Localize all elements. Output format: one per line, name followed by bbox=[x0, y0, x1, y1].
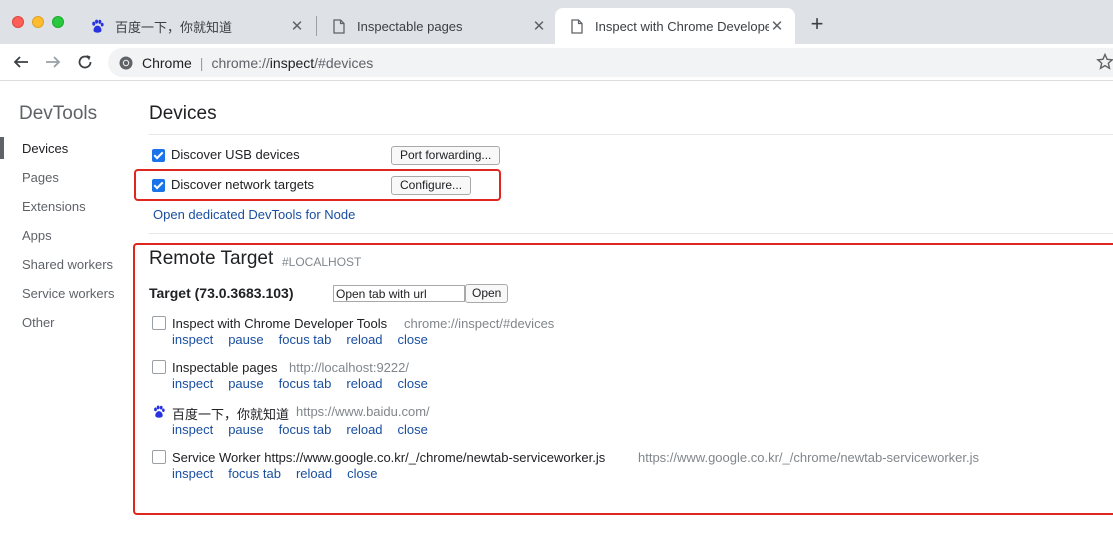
window-minimize-button[interactable] bbox=[32, 16, 44, 28]
sidebar-item-extensions[interactable]: Extensions bbox=[22, 199, 86, 214]
blank-page-icon bbox=[152, 360, 166, 374]
devices-heading: Devices bbox=[149, 103, 217, 124]
tab-baidu[interactable]: 百度一下，你就知道 ✕ bbox=[75, 8, 315, 44]
url-host: inspect bbox=[269, 54, 315, 71]
bookmark-star-icon[interactable] bbox=[1096, 53, 1113, 71]
baidu-paw-icon bbox=[154, 405, 165, 418]
node-devtools-link[interactable]: Open dedicated DevTools for Node bbox=[153, 207, 355, 222]
target-url: https://www.google.co.kr/_/chrome/newtab… bbox=[638, 450, 980, 465]
target-title: Inspect with Chrome Developer Tools bbox=[172, 316, 388, 331]
target-actions: inspect focus tab reload close bbox=[172, 466, 377, 481]
back-arrow-icon[interactable] bbox=[11, 52, 31, 72]
reload-link[interactable]: reload bbox=[346, 422, 382, 437]
target-actions: inspect pause focus tab reload close bbox=[172, 422, 428, 437]
tab-inspectable-pages[interactable]: Inspectable pages ✕ bbox=[317, 8, 557, 44]
sidebar-active-indicator bbox=[0, 137, 4, 159]
sidebar-title: DevTools bbox=[19, 103, 98, 124]
target-actions: inspect pause focus tab reload close bbox=[172, 332, 428, 347]
target-title: Service Worker https://www.google.co.kr/… bbox=[172, 450, 606, 465]
document-icon bbox=[569, 18, 585, 34]
discover-usb-checkbox[interactable] bbox=[152, 149, 165, 162]
pause-link[interactable]: pause bbox=[228, 332, 263, 347]
reload-link[interactable]: reload bbox=[346, 332, 382, 347]
url-prefix: chrome:// bbox=[211, 54, 270, 71]
close-icon[interactable]: ✕ bbox=[531, 18, 547, 35]
url-suffix: /#devices bbox=[314, 54, 374, 71]
omnibox-divider: | bbox=[199, 54, 204, 71]
close-link[interactable]: close bbox=[398, 332, 428, 347]
port-forwarding-button[interactable]: Port forwarding... bbox=[391, 146, 501, 165]
inspect-link[interactable]: inspect bbox=[172, 422, 213, 437]
target-actions: inspect pause focus tab reload close bbox=[172, 376, 428, 391]
pause-link[interactable]: pause bbox=[228, 422, 263, 437]
sidebar-item-other[interactable]: Other bbox=[22, 315, 55, 330]
reload-link[interactable]: reload bbox=[296, 466, 332, 481]
inspect-link[interactable]: inspect bbox=[172, 332, 213, 347]
sidebar-item-apps[interactable]: Apps bbox=[22, 228, 52, 243]
pause-link[interactable]: pause bbox=[228, 376, 263, 391]
close-icon[interactable]: ✕ bbox=[769, 18, 785, 35]
omnibox-scheme: Chrome bbox=[142, 54, 192, 71]
sidebar-item-shared-workers[interactable]: Shared workers bbox=[22, 257, 113, 272]
tab-inspect-active[interactable]: Inspect with Chrome Developer Tools ✕ bbox=[555, 8, 795, 44]
address-bar[interactable]: Chrome | chrome://inspect/#devices bbox=[108, 48, 1113, 77]
target-title: Inspectable pages bbox=[172, 360, 278, 375]
sidebar-item-pages[interactable]: Pages bbox=[22, 170, 59, 185]
tab-title: Inspect with Chrome Developer Tools bbox=[595, 18, 769, 34]
discover-usb-label: Discover USB devices bbox=[171, 147, 300, 162]
new-tab-button[interactable]: + bbox=[806, 13, 828, 35]
tab-strip: 百度一下，你就知道 ✕ Inspectable pages ✕ Inspect … bbox=[0, 0, 1113, 44]
sidebar-item-service-workers[interactable]: Service workers bbox=[22, 286, 114, 301]
open-tab-url-input[interactable] bbox=[333, 285, 465, 302]
focus-tab-link[interactable]: focus tab bbox=[279, 376, 332, 391]
tab-title: Inspectable pages bbox=[357, 18, 463, 34]
target-version: Target (73.0.3683.103) bbox=[149, 285, 294, 301]
document-icon bbox=[331, 18, 347, 34]
focus-tab-link[interactable]: focus tab bbox=[279, 332, 332, 347]
sidebar: DevTools Devices Pages Extensions Apps S… bbox=[0, 81, 130, 559]
divider bbox=[149, 134, 1113, 135]
close-link[interactable]: close bbox=[347, 466, 377, 481]
baidu-paw-icon bbox=[89, 18, 105, 34]
close-icon[interactable]: ✕ bbox=[289, 18, 305, 35]
blank-page-icon bbox=[152, 316, 166, 330]
omnibox-url: chrome://inspect/#devices bbox=[211, 55, 373, 71]
reload-icon[interactable] bbox=[75, 52, 95, 72]
divider bbox=[149, 233, 1113, 234]
browser-toolbar: Chrome | chrome://inspect/#devices bbox=[0, 44, 1113, 81]
open-button[interactable]: Open bbox=[465, 284, 509, 303]
window-zoom-button[interactable] bbox=[52, 16, 64, 28]
remote-target-host: #LOCALHOST bbox=[282, 255, 362, 269]
chrome-icon bbox=[119, 56, 133, 69]
target-url: chrome://inspect/#devices bbox=[404, 316, 555, 331]
close-link[interactable]: close bbox=[398, 422, 428, 437]
inspect-link[interactable]: inspect bbox=[172, 376, 213, 391]
close-link[interactable]: close bbox=[398, 376, 428, 391]
reload-link[interactable]: reload bbox=[346, 376, 382, 391]
highlight-box-network bbox=[134, 169, 501, 201]
target-url: http://localhost:9222/ bbox=[289, 360, 409, 375]
remote-target-heading: Remote Target bbox=[149, 248, 274, 269]
sidebar-item-devices[interactable]: Devices bbox=[22, 141, 68, 156]
tab-title: 百度一下，你就知道 bbox=[115, 19, 233, 35]
inspect-link[interactable]: inspect bbox=[172, 466, 213, 481]
focus-tab-link[interactable]: focus tab bbox=[279, 422, 332, 437]
focus-tab-link[interactable]: focus tab bbox=[228, 466, 281, 481]
target-title: 百度一下，你就知道 bbox=[172, 407, 290, 422]
target-url: https://www.baidu.com/ bbox=[296, 404, 430, 419]
window-close-button[interactable] bbox=[12, 16, 24, 28]
forward-arrow-icon[interactable] bbox=[43, 52, 63, 72]
blank-page-icon bbox=[152, 450, 166, 464]
